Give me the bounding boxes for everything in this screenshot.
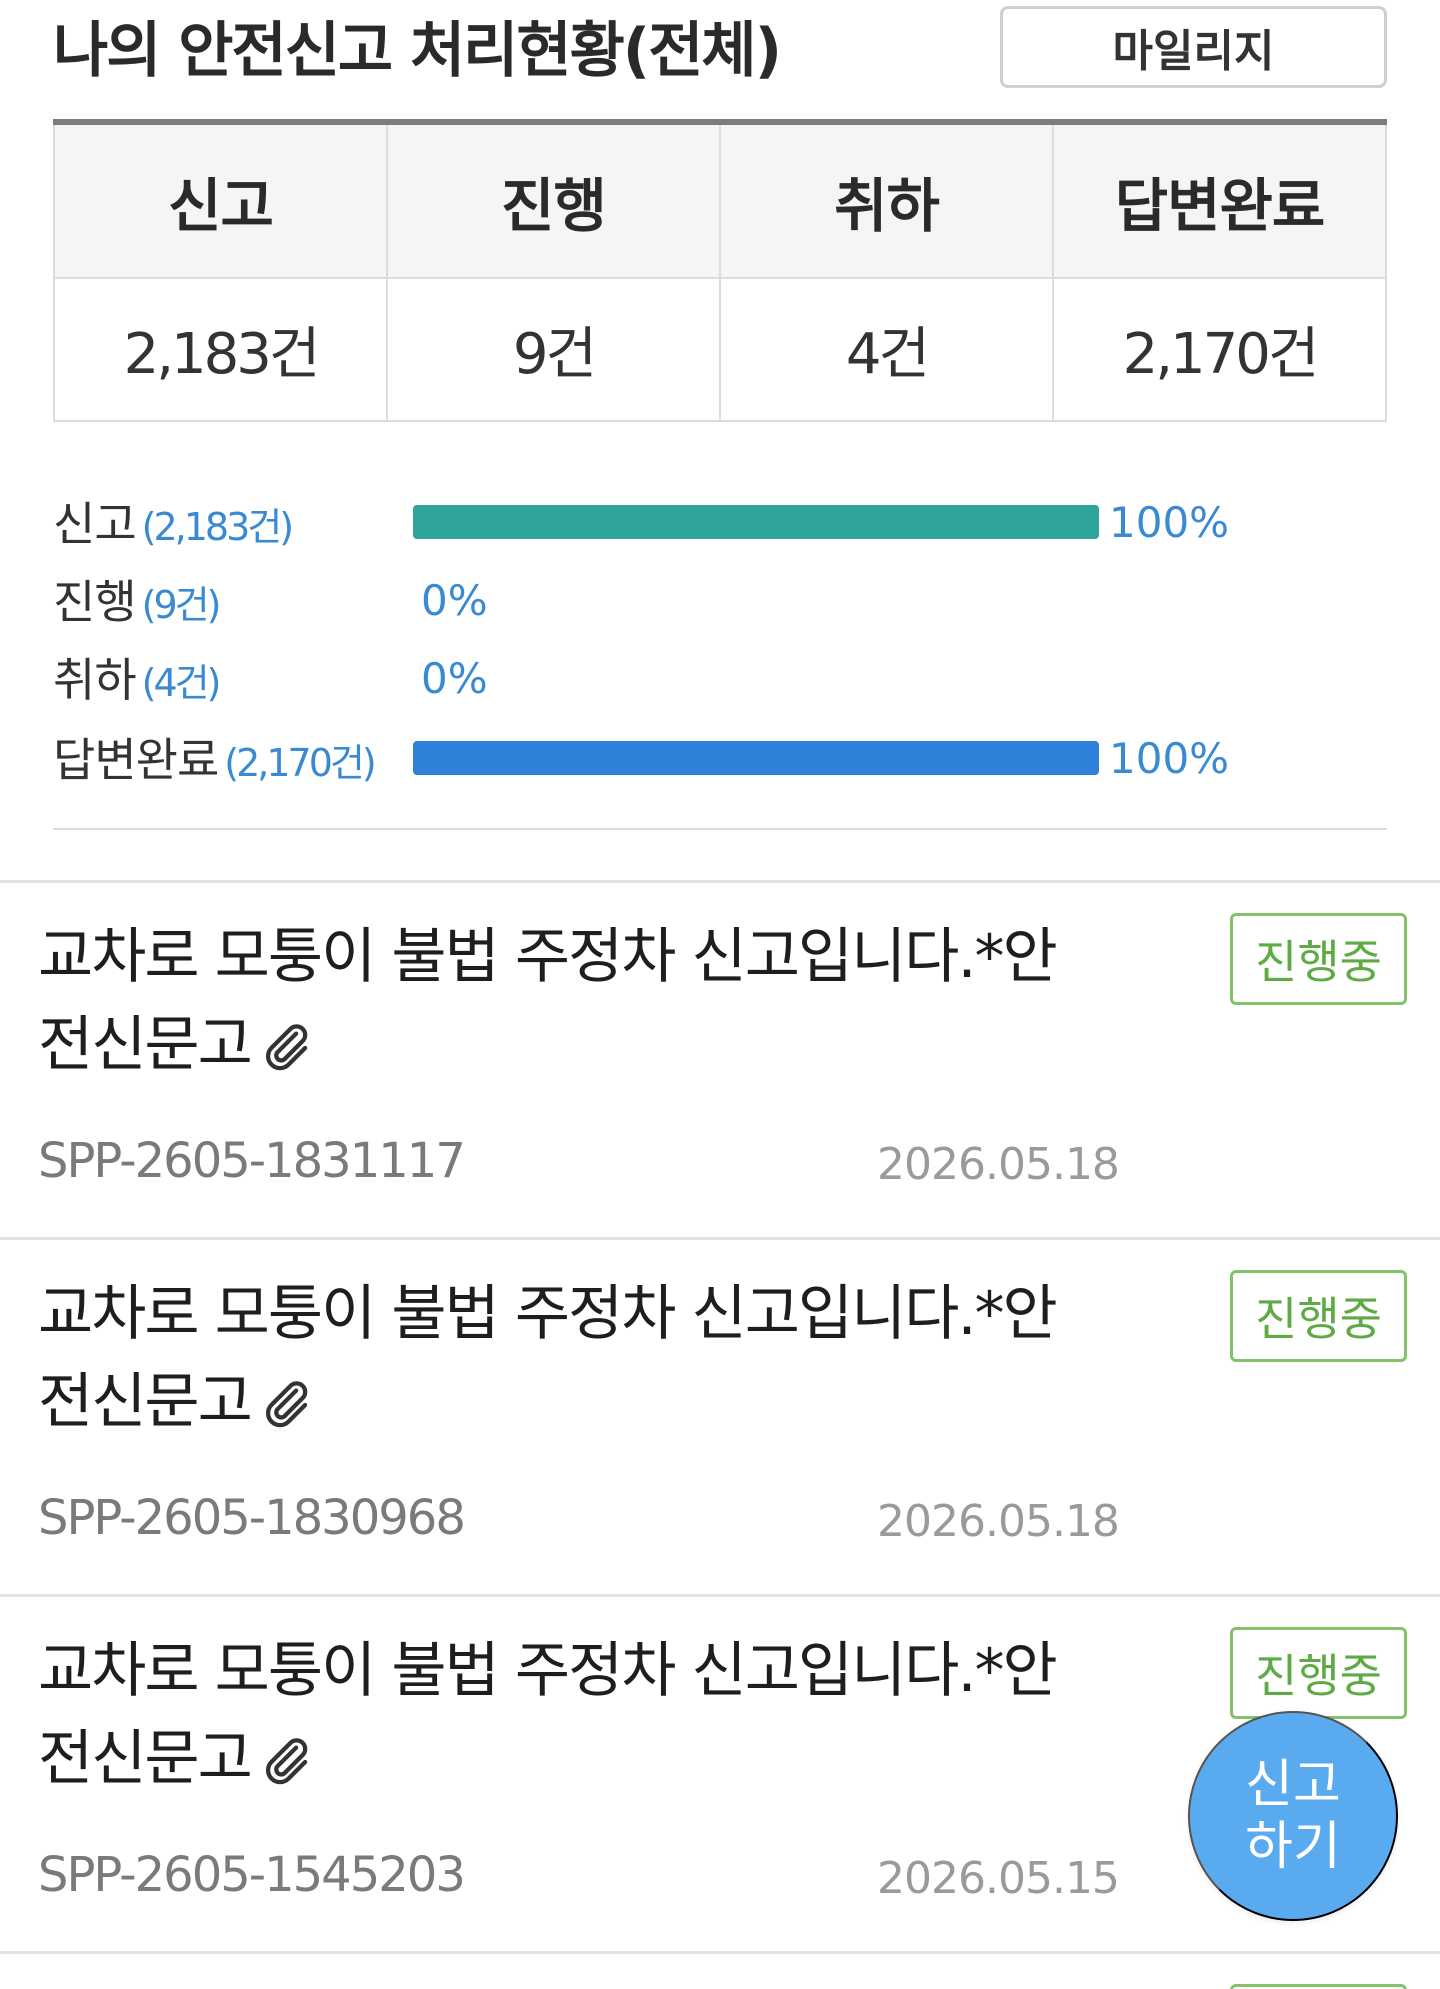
stat-count: (2,170건) xyxy=(224,741,376,785)
stat-row-withdrawn: 취하 (4건) 0% xyxy=(53,636,1387,714)
report-list-item-partial[interactable] xyxy=(0,1951,1440,1989)
summary-value-report: 2,183건 xyxy=(53,277,388,422)
stat-count: (9건) xyxy=(141,583,222,627)
status-badge: 진행중 xyxy=(1230,1270,1407,1362)
page-title: 나의 안전신고 처리현황(전체) xyxy=(53,16,782,86)
stat-bar xyxy=(413,505,1099,539)
summary-value-row: 2,183건 9건 4건 2,170건 xyxy=(53,277,1387,422)
status-badge: 진행중 xyxy=(1230,913,1407,1005)
stat-row-report: 신고 (2,183건) 100% xyxy=(53,480,1387,558)
stat-label: 진행 (9건) xyxy=(53,566,222,632)
status-badge-partial xyxy=(1230,1984,1407,1989)
summary-header-withdrawn: 취하 xyxy=(719,121,1054,279)
report-title[interactable]: 교차로 모퉁이 불법 주정차 신고입니다.*안전신문고 xyxy=(38,913,1108,1089)
stat-bar-fill xyxy=(413,505,1099,539)
report-code: SPP-2605-1830968 xyxy=(38,1490,466,1546)
stat-percent: 0% xyxy=(421,576,488,625)
stat-percent: 100% xyxy=(1109,498,1230,547)
stat-bar-fill xyxy=(413,741,1099,775)
report-date: 2026.05.18 xyxy=(877,1139,1120,1190)
report-fab-button[interactable]: 신고 하기 xyxy=(1188,1711,1398,1921)
report-date: 2026.05.18 xyxy=(877,1496,1120,1547)
stat-count: (4건) xyxy=(141,661,222,705)
stat-label-text: 신고 xyxy=(53,497,137,551)
report-code: SPP-2605-1545203 xyxy=(38,1847,466,1903)
stat-count: (2,183건) xyxy=(141,505,294,549)
stat-label: 취하 (4건) xyxy=(53,644,222,710)
stat-bar xyxy=(413,661,1099,695)
stats-section: 신고 (2,183건) 100% 진행 (9건) 0% 취하 (4건) 0% 답변완료… xyxy=(53,480,1387,830)
stat-label-text: 진행 xyxy=(53,575,137,629)
report-title-text: 교차로 모퉁이 불법 주정차 신고입니다.*안전신문고 xyxy=(38,1279,1058,1437)
report-title[interactable]: 교차로 모퉁이 불법 주정차 신고입니다.*안전신문고 xyxy=(38,1627,1108,1803)
summary-table: 신고 진행 취하 답변완료 2,183건 9건 4건 2,170건 xyxy=(53,119,1387,422)
paperclip-icon xyxy=(265,1381,308,1428)
stat-row-answered: 답변완료 (2,170건) 100% xyxy=(53,716,1387,794)
stat-bar xyxy=(413,583,1099,617)
paperclip-icon xyxy=(265,1024,308,1071)
report-list-item[interactable]: 교차로 모퉁이 불법 주정차 신고입니다.*안전신문고 진행중 SPP-2605… xyxy=(0,1237,1440,1594)
report-title[interactable]: 교차로 모퉁이 불법 주정차 신고입니다.*안전신문고 xyxy=(38,1270,1108,1446)
stat-label: 답변완료 (2,170건) xyxy=(53,724,377,790)
summary-header-row: 신고 진행 취하 답변완료 xyxy=(53,121,1387,279)
report-title-text: 교차로 모퉁이 불법 주정차 신고입니다.*안전신문고 xyxy=(38,1636,1058,1794)
summary-value-withdrawn: 4건 xyxy=(719,277,1054,422)
stat-percent: 100% xyxy=(1109,734,1230,783)
summary-header-progress: 진행 xyxy=(386,121,721,279)
stat-row-progress: 진행 (9건) 0% xyxy=(53,558,1387,636)
report-list-item[interactable]: 교차로 모퉁이 불법 주정차 신고입니다.*안전신문고 진행중 SPP-2605… xyxy=(0,880,1440,1237)
stat-bar xyxy=(413,741,1099,775)
summary-header-report: 신고 xyxy=(53,121,388,279)
stat-label: 신고 (2,183건) xyxy=(53,488,294,554)
summary-value-answered: 2,170건 xyxy=(1052,277,1387,422)
summary-header-answered: 답변완료 xyxy=(1052,121,1387,279)
stat-percent: 0% xyxy=(421,654,488,703)
report-date: 2026.05.15 xyxy=(877,1853,1120,1904)
page-header: 나의 안전신고 처리현황(전체) 마일리지 xyxy=(53,0,1387,118)
report-title-text: 교차로 모퉁이 불법 주정차 신고입니다.*안전신문고 xyxy=(38,922,1058,1080)
mileage-button[interactable]: 마일리지 xyxy=(1000,6,1387,88)
report-code: SPP-2605-1831117 xyxy=(38,1133,466,1189)
stat-label-text: 답변완료 xyxy=(53,733,219,787)
stat-label-text: 취하 xyxy=(53,653,137,707)
paperclip-icon xyxy=(265,1738,308,1785)
summary-value-progress: 9건 xyxy=(386,277,721,422)
status-badge: 진행중 xyxy=(1230,1627,1407,1719)
fab-label: 신고 하기 xyxy=(1245,1756,1341,1876)
